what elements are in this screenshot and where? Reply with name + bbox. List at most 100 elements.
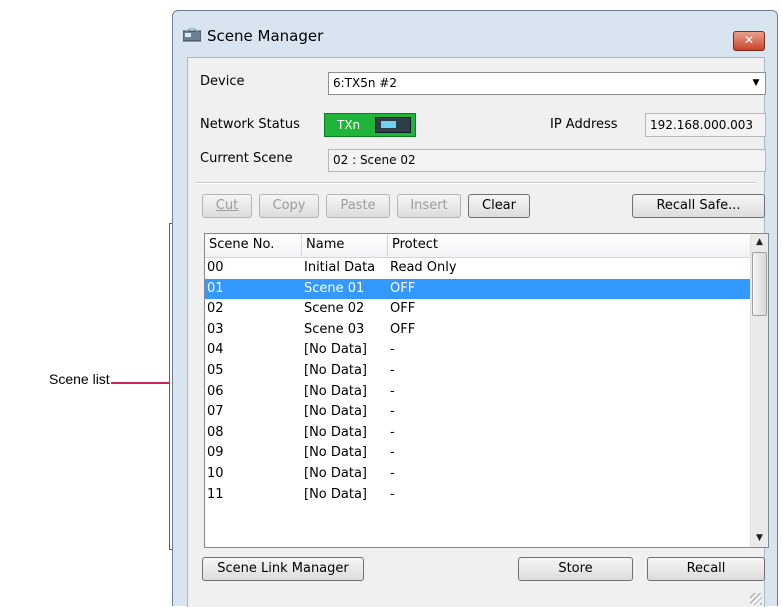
cell-scene-no: 08: [207, 424, 224, 440]
scene-list[interactable]: Scene No. Name Protect 00 Initial Data Rea…: [204, 233, 769, 548]
cell-scene-no: 00: [207, 260, 224, 275]
cell-name: Initial Data: [304, 260, 376, 275]
table-row[interactable]: 05 [No Data] -: [205, 361, 750, 382]
table-row[interactable]: 02 Scene 02 OFF: [205, 299, 750, 320]
cell-protect: OFF: [390, 321, 416, 337]
scene-list-callout-label: Scene list: [49, 371, 110, 387]
scene-manager-window: Scene Manager ✕ Device 6:TX5n #2 ▼ Netwo…: [172, 10, 778, 607]
network-status-label: Network Status: [200, 117, 300, 132]
device-select[interactable]: 6:TX5n #2 ▼: [328, 72, 766, 95]
insert-button[interactable]: Insert: [397, 194, 461, 218]
ip-address-value: 192.168.000.003: [650, 118, 754, 132]
table-row[interactable]: 01 Scene 01 OFF: [205, 278, 750, 300]
cut-button[interactable]: Cut: [202, 194, 252, 218]
cell-protect: -: [390, 445, 395, 461]
cell-protect: -: [390, 342, 395, 358]
table-row[interactable]: 06 [No Data] -: [205, 382, 750, 403]
resize-grip-icon[interactable]: [750, 593, 762, 605]
recall-safe-button[interactable]: Recall Safe...: [632, 194, 765, 218]
cell-protect: -: [390, 486, 395, 502]
cell-scene-no: 01: [207, 280, 224, 296]
current-scene-label: Current Scene: [200, 151, 293, 166]
cell-name: [No Data]: [304, 424, 367, 440]
app-icon: [183, 28, 201, 42]
network-status-text: TXn: [337, 118, 361, 132]
table-row[interactable]: 08 [No Data] -: [205, 423, 750, 444]
table-row[interactable]: 07 [No Data] -: [205, 402, 750, 423]
cell-protect: -: [390, 424, 395, 440]
separator: [196, 182, 756, 184]
cell-scene-no: 11: [207, 486, 224, 502]
table-row[interactable]: 03 Scene 03 OFF: [205, 320, 750, 341]
scroll-up-icon[interactable]: ▲: [751, 234, 768, 251]
scroll-down-icon[interactable]: ▼: [751, 530, 768, 547]
cell-scene-no: 06: [207, 383, 224, 399]
device-label: Device: [200, 74, 245, 89]
cell-protect: -: [390, 383, 395, 399]
recall-button[interactable]: Recall: [647, 557, 765, 581]
cell-name: [No Data]: [304, 445, 367, 461]
cell-name: Scene 01: [304, 280, 365, 296]
cell-name: Scene 02: [304, 301, 365, 317]
table-row[interactable]: 00 Initial Data Read Only: [205, 258, 750, 279]
cell-name: [No Data]: [304, 342, 367, 358]
cell-scene-no: 05: [207, 362, 224, 378]
cell-name: Scene 03: [304, 321, 365, 337]
scene-link-manager-button[interactable]: Scene Link Manager: [202, 557, 364, 581]
paste-button[interactable]: Paste: [326, 194, 390, 218]
insert-label: Insert: [410, 198, 448, 213]
scene-link-manager-label: Scene Link Manager: [217, 561, 349, 576]
scrollbar-thumb[interactable]: [752, 252, 767, 316]
current-scene-value: 02 : Scene 02: [333, 153, 416, 167]
table-row[interactable]: 10 [No Data] -: [205, 464, 750, 485]
store-button[interactable]: Store: [518, 557, 633, 581]
cell-protect: OFF: [390, 301, 416, 317]
cell-scene-no: 03: [207, 321, 224, 337]
cell-scene-no: 09: [207, 445, 224, 461]
cell-name: [No Data]: [304, 486, 367, 502]
cell-protect: -: [390, 465, 395, 481]
paste-label: Paste: [340, 198, 376, 213]
column-header-name[interactable]: Name: [302, 234, 388, 256]
store-label: Store: [558, 561, 593, 576]
cell-name: [No Data]: [304, 383, 367, 399]
cell-protect: -: [390, 362, 395, 378]
device-value: 6:TX5n #2: [333, 76, 397, 90]
copy-button[interactable]: Copy: [259, 194, 319, 218]
main-panel: Device 6:TX5n #2 ▼ Network Status TXn IP…: [187, 57, 769, 607]
recall-safe-label: Recall Safe...: [656, 198, 741, 213]
cell-protect: OFF: [390, 280, 416, 296]
network-status-badge: TXn: [324, 113, 416, 137]
cell-scene-no: 02: [207, 301, 224, 317]
close-button[interactable]: ✕: [733, 31, 765, 51]
title-bar[interactable]: Scene Manager ✕: [173, 11, 777, 57]
ip-address-label: IP Address: [550, 117, 618, 132]
column-header-scene-no[interactable]: Scene No.: [205, 234, 302, 256]
clear-button[interactable]: Clear: [468, 194, 530, 218]
device-status-icon: [375, 117, 411, 133]
cell-name: [No Data]: [304, 465, 367, 481]
table-row[interactable]: 04 [No Data] -: [205, 340, 750, 361]
callout-line: [111, 382, 169, 384]
list-scrollbar[interactable]: ▲ ▼: [750, 234, 768, 547]
scene-rows: 00 Initial Data Read Only 01 Scene 01 OFF 02…: [205, 258, 750, 505]
window-title: Scene Manager: [207, 27, 324, 45]
table-row[interactable]: 09 [No Data] -: [205, 443, 750, 464]
current-scene-field: 02 : Scene 02: [328, 149, 766, 172]
list-header: Scene No. Name Protect: [205, 234, 750, 258]
column-header-protect[interactable]: Protect: [388, 234, 750, 256]
ip-address-field: 192.168.000.003: [645, 113, 766, 137]
cell-protect: Read Only: [390, 260, 457, 275]
cell-scene-no: 10: [207, 465, 224, 481]
cell-scene-no: 04: [207, 342, 224, 358]
copy-label: Copy: [272, 198, 306, 213]
recall-label: Recall: [686, 561, 726, 576]
cell-scene-no: 07: [207, 404, 224, 420]
clear-label: Clear: [482, 198, 516, 213]
cell-name: [No Data]: [304, 404, 367, 420]
cell-protect: -: [390, 404, 395, 420]
close-icon: ✕: [743, 33, 755, 47]
cell-name: [No Data]: [304, 362, 367, 378]
chevron-down-icon[interactable]: ▼: [748, 74, 764, 93]
table-row[interactable]: 11 [No Data] -: [205, 485, 750, 506]
